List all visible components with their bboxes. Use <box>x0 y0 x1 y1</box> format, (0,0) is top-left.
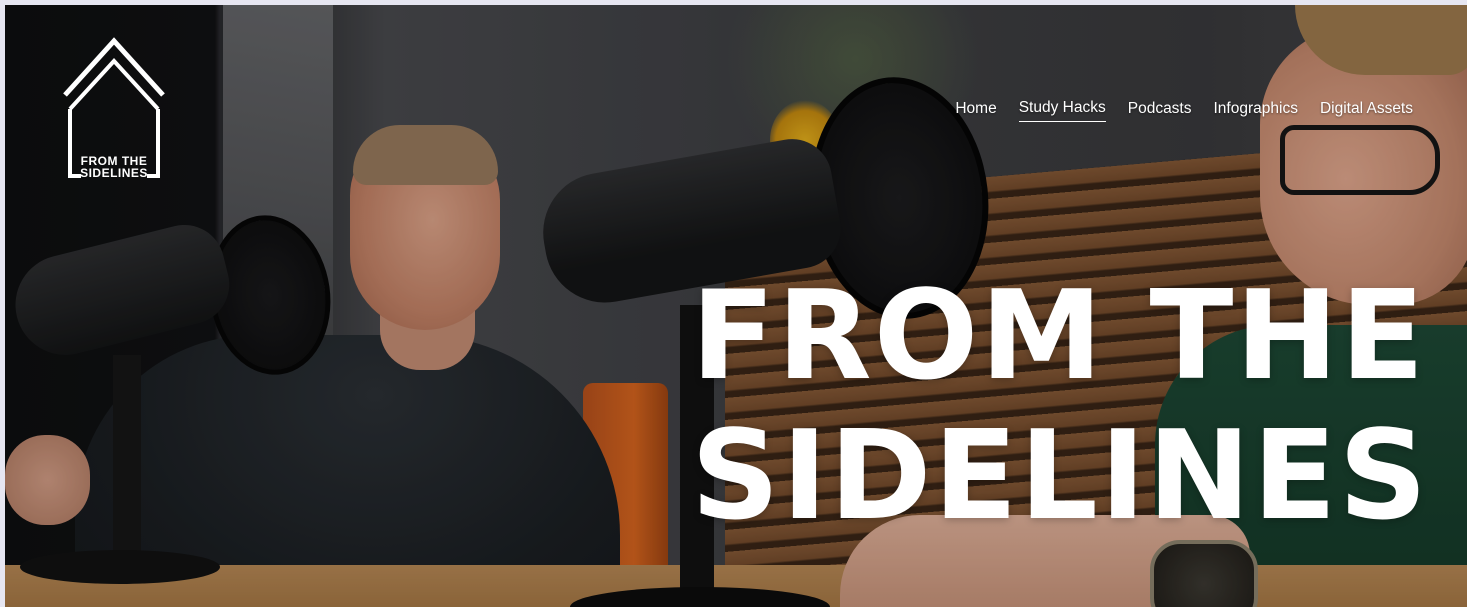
hero-heading-line2: SIDELINES <box>691 405 1430 548</box>
nav-link-study-hacks[interactable]: Study Hacks <box>1018 97 1106 122</box>
hero-heading-line1: FROM THE <box>691 265 1427 408</box>
nav-link-home[interactable]: Home <box>955 98 996 122</box>
hero-section: FROM THE SIDELINES Home Study Hacks Podc… <box>5 5 1467 607</box>
nav-link-podcasts[interactable]: Podcasts <box>1128 98 1192 122</box>
site-logo[interactable]: FROM THE SIDELINES <box>62 37 166 179</box>
main-navigation: Home Study Hacks Podcasts Infographics D… <box>955 97 1413 122</box>
nav-link-digital-assets[interactable]: Digital Assets <box>1320 98 1413 122</box>
hero-heading: FROM THE SIDELINES <box>691 267 1429 547</box>
logo-text-line2: SIDELINES <box>80 166 148 180</box>
nav-link-infographics[interactable]: Infographics <box>1214 98 1298 122</box>
